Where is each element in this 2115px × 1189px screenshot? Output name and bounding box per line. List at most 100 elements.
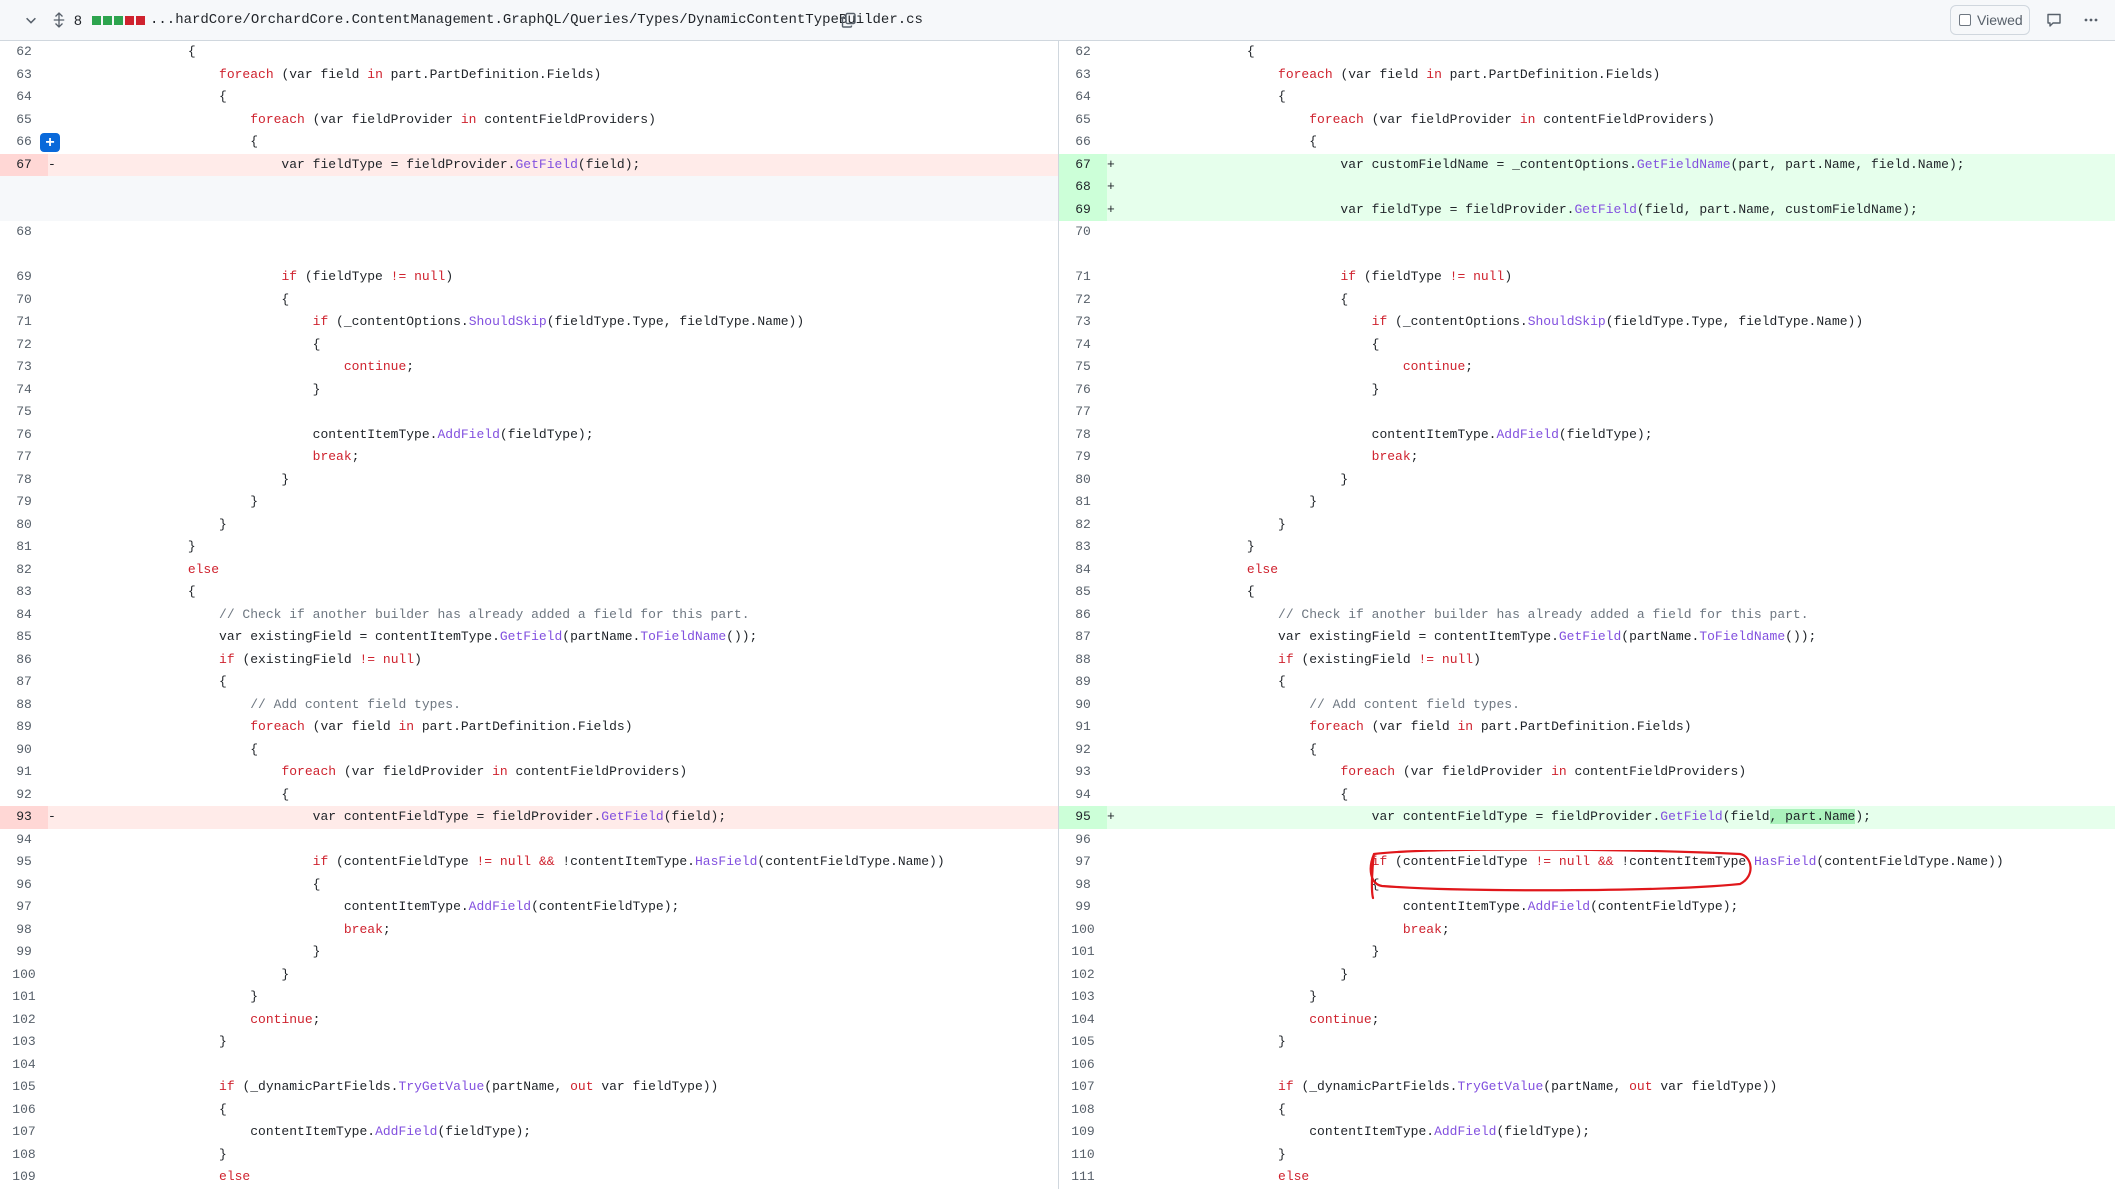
line-number[interactable]: 78	[1059, 424, 1107, 447]
line-number[interactable]: 74	[1059, 334, 1107, 357]
line-number[interactable]: 105	[0, 1076, 48, 1099]
line-number[interactable]: 109	[1059, 1121, 1107, 1144]
line-number[interactable]: 95	[1059, 806, 1107, 829]
line-number[interactable]: 82	[1059, 514, 1107, 537]
line-number[interactable]: 75	[0, 401, 48, 424]
line-number[interactable]: 71	[1059, 266, 1107, 289]
line-number[interactable]: 98	[1059, 874, 1107, 897]
line-number[interactable]: 65	[1059, 109, 1107, 132]
line-number[interactable]: 68	[0, 221, 48, 266]
line-number[interactable]: 103	[1059, 986, 1107, 1009]
comment-icon[interactable]	[2043, 0, 2065, 40]
line-number[interactable]: 97	[0, 896, 48, 919]
line-number[interactable]: 108	[0, 1144, 48, 1167]
line-number[interactable]: 85	[1059, 581, 1107, 604]
expand-icon[interactable]	[50, 0, 68, 40]
line-number[interactable]: 102	[1059, 964, 1107, 987]
line-number[interactable]: 106	[0, 1099, 48, 1122]
line-number[interactable]: 72	[1059, 289, 1107, 312]
line-number[interactable]: 106	[1059, 1054, 1107, 1077]
line-number[interactable]: 103	[0, 1031, 48, 1054]
line-number[interactable]: 77	[1059, 401, 1107, 424]
line-number[interactable]: 99	[1059, 896, 1107, 919]
line-number[interactable]: 89	[0, 716, 48, 739]
line-number[interactable]: 105	[1059, 1031, 1107, 1054]
line-number[interactable]: 82	[0, 559, 48, 582]
line-number[interactable]: 69	[0, 266, 48, 289]
line-number[interactable]: 96	[1059, 829, 1107, 852]
line-number[interactable]: 65	[0, 109, 48, 132]
line-number[interactable]: 92	[1059, 739, 1107, 762]
line-number[interactable]: 88	[0, 694, 48, 717]
line-number[interactable]: 78	[0, 469, 48, 492]
file-path[interactable]: ...hardCore/OrchardCore.ContentManagemen…	[150, 0, 923, 40]
line-number[interactable]: 70	[0, 289, 48, 312]
line-number[interactable]: 91	[1059, 716, 1107, 739]
line-number[interactable]: 73	[1059, 311, 1107, 334]
line-number[interactable]: 86	[0, 649, 48, 672]
line-number[interactable]: 94	[1059, 784, 1107, 807]
line-number[interactable]: 87	[0, 671, 48, 694]
line-number[interactable]: 69	[1059, 198, 1107, 221]
copy-icon[interactable]	[838, 0, 860, 40]
line-number[interactable]: 67	[1059, 153, 1107, 176]
line-number[interactable]: 86	[1059, 604, 1107, 627]
line-number[interactable]: 79	[1059, 446, 1107, 469]
line-number[interactable]: 101	[0, 986, 48, 1009]
line-number[interactable]: 88	[1059, 649, 1107, 672]
line-number[interactable]: 85	[0, 626, 48, 649]
line-number[interactable]: 70	[1059, 221, 1107, 266]
line-number[interactable]: 99	[0, 941, 48, 964]
chevron-down-icon[interactable]	[22, 0, 40, 40]
line-number[interactable]: 72	[0, 334, 48, 357]
line-number[interactable]: 75	[1059, 356, 1107, 379]
line-number[interactable]: 100	[1059, 919, 1107, 942]
line-number[interactable]: 63	[1059, 64, 1107, 87]
line-number[interactable]: 93	[0, 806, 48, 829]
line-number[interactable]: 66	[1059, 131, 1107, 154]
line-number[interactable]: 63	[0, 64, 48, 87]
line-number[interactable]: 62	[0, 41, 48, 64]
line-number[interactable]: 83	[0, 581, 48, 604]
line-number[interactable]: 90	[0, 739, 48, 762]
line-number[interactable]: 107	[1059, 1076, 1107, 1099]
line-number[interactable]	[0, 176, 48, 199]
line-number[interactable]: 93	[1059, 761, 1107, 784]
line-number[interactable]	[0, 198, 48, 221]
line-number[interactable]: 81	[0, 536, 48, 559]
line-number[interactable]: 104	[0, 1054, 48, 1077]
line-number[interactable]: 73	[0, 356, 48, 379]
line-number[interactable]: 101	[1059, 941, 1107, 964]
line-number[interactable]: 74	[0, 379, 48, 402]
line-number[interactable]: 77	[0, 446, 48, 469]
line-number[interactable]: 80	[0, 514, 48, 537]
line-number[interactable]: 76	[0, 424, 48, 447]
line-number[interactable]: 90	[1059, 694, 1107, 717]
line-number[interactable]: 100	[0, 964, 48, 987]
add-comment-plus-icon[interactable]: +	[40, 133, 60, 152]
line-number[interactable]: 97	[1059, 851, 1107, 874]
line-number[interactable]: 96	[0, 874, 48, 897]
line-number[interactable]: 64	[0, 86, 48, 109]
line-number[interactable]: 104	[1059, 1009, 1107, 1032]
line-number[interactable]: 64	[1059, 86, 1107, 109]
line-number[interactable]: 83	[1059, 536, 1107, 559]
line-number[interactable]: 80	[1059, 469, 1107, 492]
line-number[interactable]: 89	[1059, 671, 1107, 694]
line-number[interactable]: 71	[0, 311, 48, 334]
kebab-menu-icon[interactable]	[2080, 0, 2102, 40]
line-number[interactable]: 107	[0, 1121, 48, 1144]
line-number[interactable]: 95	[0, 851, 48, 874]
line-number[interactable]: 67	[0, 153, 48, 176]
line-number[interactable]: 62	[1059, 41, 1107, 64]
line-number[interactable]: 91	[0, 761, 48, 784]
line-number[interactable]: 84	[1059, 559, 1107, 582]
line-number[interactable]: 111	[1059, 1166, 1107, 1189]
line-number[interactable]: 109	[0, 1166, 48, 1189]
line-number[interactable]: 79	[0, 491, 48, 514]
line-number[interactable]: 92	[0, 784, 48, 807]
line-number[interactable]: 87	[1059, 626, 1107, 649]
viewed-toggle[interactable]: Viewed	[1950, 5, 2030, 35]
viewed-checkbox[interactable]	[1959, 14, 1971, 26]
line-number[interactable]: 108	[1059, 1099, 1107, 1122]
